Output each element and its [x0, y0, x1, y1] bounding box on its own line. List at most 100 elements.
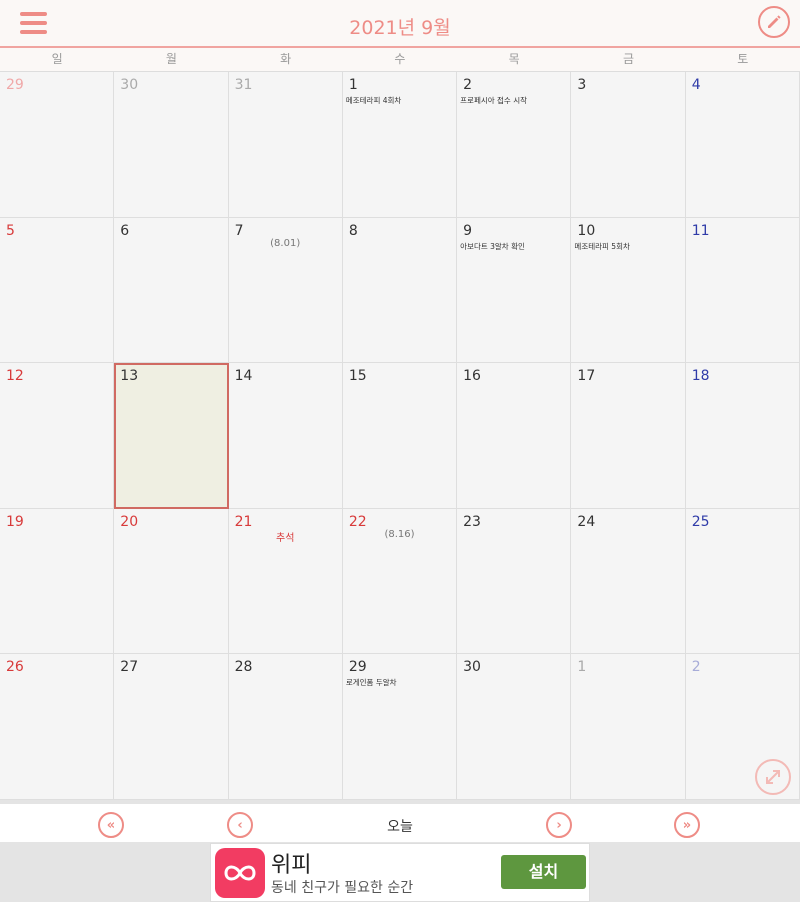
infinity-heart-icon	[215, 848, 265, 898]
calendar-day-cell-selected[interactable]: 13	[114, 363, 229, 509]
day-number: 13	[120, 368, 139, 385]
event-label: 프로페시아 접수 시작	[460, 96, 528, 105]
day-number: 27	[120, 659, 139, 676]
day-number: 23	[463, 513, 481, 530]
today-button[interactable]: 오늘	[370, 816, 430, 836]
calendar-day-cell[interactable]: 7 (8.01)	[228, 217, 343, 364]
calendar-day-cell[interactable]: 29 로게인폼 두알차	[342, 654, 458, 800]
day-number: 3	[577, 77, 587, 93]
event-label: 메조테라피 5회차	[574, 241, 630, 251]
calendar-day-cell[interactable]: 21 추석	[228, 508, 343, 655]
calendar-day-cell[interactable]: 18	[685, 363, 800, 509]
ad-banner[interactable]: 위피 동네 친구가 필요한 순간 설치	[210, 843, 590, 902]
calendar-day-cell[interactable]: 12	[0, 363, 115, 509]
calendar-day-cell[interactable]: 1 메조테라피 4회차	[342, 72, 458, 218]
calendar-day-cell[interactable]: 8	[342, 217, 458, 364]
day-number: 26	[6, 659, 24, 676]
calendar-day-cell[interactable]: 23	[457, 508, 572, 655]
day-number: 20	[120, 513, 139, 530]
calendar-day-cell[interactable]: 9 아보다트 3알차 확인	[457, 217, 572, 364]
last-page-button[interactable]: »	[674, 812, 700, 838]
day-number: 18	[691, 368, 710, 385]
calendar-day-cell[interactable]: 14	[228, 363, 343, 509]
calendar-day-cell[interactable]: 2 프로페시아 접수 시작	[457, 72, 572, 218]
navigation-bar: « ‹ 오늘 › »	[0, 800, 800, 842]
day-number: 29	[6, 77, 24, 93]
next-month-button[interactable]: ›	[546, 812, 572, 838]
weekday-label: 월	[165, 52, 177, 66]
app-header: 2021년 9월	[0, 0, 800, 48]
weekday-label: 토	[737, 52, 749, 66]
day-number: 15	[348, 368, 367, 385]
calendar-day-cell[interactable]: 17	[571, 363, 686, 509]
day-number: 14	[234, 368, 253, 385]
event-label: 아보다트 3알차 확인	[460, 241, 525, 251]
day-number: 30	[463, 659, 481, 676]
day-number: 17	[577, 368, 596, 385]
expand-icon[interactable]	[755, 759, 791, 795]
pencil-icon[interactable]	[758, 6, 790, 38]
calendar-grid: 29 30 31 1 메조테라피 4회차 2 프로페시아 접수 시작 3 4 5 6 7 (8.01) 8…	[0, 71, 800, 800]
month-title: 2021년 9월	[349, 17, 451, 39]
calendar-day-cell[interactable]: 16	[457, 363, 572, 509]
calendar-day-cell[interactable]: 5	[0, 217, 115, 364]
calendar-day-cell[interactable]: 24	[571, 508, 686, 655]
previous-month-button[interactable]: ‹	[227, 812, 253, 838]
calendar-day-cell[interactable]: 20	[114, 508, 229, 655]
event-label: 로게인폼 두알차	[345, 678, 397, 688]
lunar-date: (8.01)	[270, 237, 301, 249]
day-number: 10	[577, 222, 596, 239]
calendar-day-cell[interactable]: 28	[228, 654, 343, 800]
calendar-day-cell[interactable]: 30	[457, 654, 572, 800]
event-label: 메조테라피 4회차	[345, 96, 402, 105]
calendar-day-cell[interactable]: 10 메조테라피 5회차	[571, 217, 686, 364]
holiday-label: 추석	[276, 532, 295, 544]
weekday-label: 금	[622, 52, 634, 66]
weekday-label: 화	[280, 52, 292, 66]
day-number: 1	[348, 77, 358, 93]
day-number: 31	[234, 77, 253, 93]
day-number: 2	[691, 659, 701, 676]
ad-banner-area: 위피 동네 친구가 필요한 순간 설치	[0, 842, 800, 902]
calendar-day-cell[interactable]: 3	[571, 72, 686, 218]
day-number: 11	[691, 222, 710, 239]
day-number: 12	[6, 368, 24, 385]
day-number: 16	[463, 368, 481, 385]
calendar-day-cell[interactable]: 15	[342, 363, 458, 509]
day-number: 28	[234, 659, 253, 676]
calendar-day-cell[interactable]: 27	[114, 654, 229, 800]
day-number: 29	[348, 659, 367, 676]
day-number: 5	[6, 222, 15, 239]
weekday-label: 목	[508, 52, 520, 66]
day-number: 21	[234, 513, 253, 530]
weekday-label: 수	[394, 52, 406, 66]
calendar-day-cell[interactable]: 11	[685, 217, 800, 364]
day-number: 6	[120, 222, 130, 239]
calendar-day-cell[interactable]: 6	[114, 217, 229, 364]
day-number: 2	[463, 77, 473, 93]
ad-description: 동네 친구가 필요한 순간	[271, 880, 414, 896]
day-number: 7	[234, 222, 244, 239]
ad-app-name: 위피	[271, 853, 312, 878]
lunar-date: (8.16)	[384, 528, 415, 540]
calendar-day-cell[interactable]: 31	[228, 72, 343, 218]
day-number: 22	[348, 513, 367, 530]
calendar-day-cell[interactable]: 30	[114, 72, 229, 218]
calendar-day-cell[interactable]: 4	[685, 72, 800, 218]
day-number: 1	[577, 659, 587, 676]
calendar-day-cell[interactable]: 25	[685, 508, 800, 655]
calendar-day-cell[interactable]: 19	[0, 508, 115, 655]
calendar-day-cell[interactable]: 26	[0, 654, 115, 800]
day-number: 8	[348, 222, 358, 239]
day-number: 4	[691, 77, 701, 93]
calendar-day-cell[interactable]: 29	[0, 72, 115, 218]
install-button[interactable]: 설치	[501, 855, 586, 889]
first-page-button[interactable]: «	[98, 812, 124, 838]
calendar-day-cell[interactable]: 1	[571, 654, 686, 800]
day-number: 24	[577, 513, 596, 530]
weekday-label: 일	[51, 52, 63, 66]
day-number: 9	[463, 222, 473, 239]
calendar-day-cell[interactable]: 22 (8.16)	[342, 508, 458, 655]
day-number: 25	[691, 513, 710, 530]
day-number: 19	[6, 513, 24, 530]
